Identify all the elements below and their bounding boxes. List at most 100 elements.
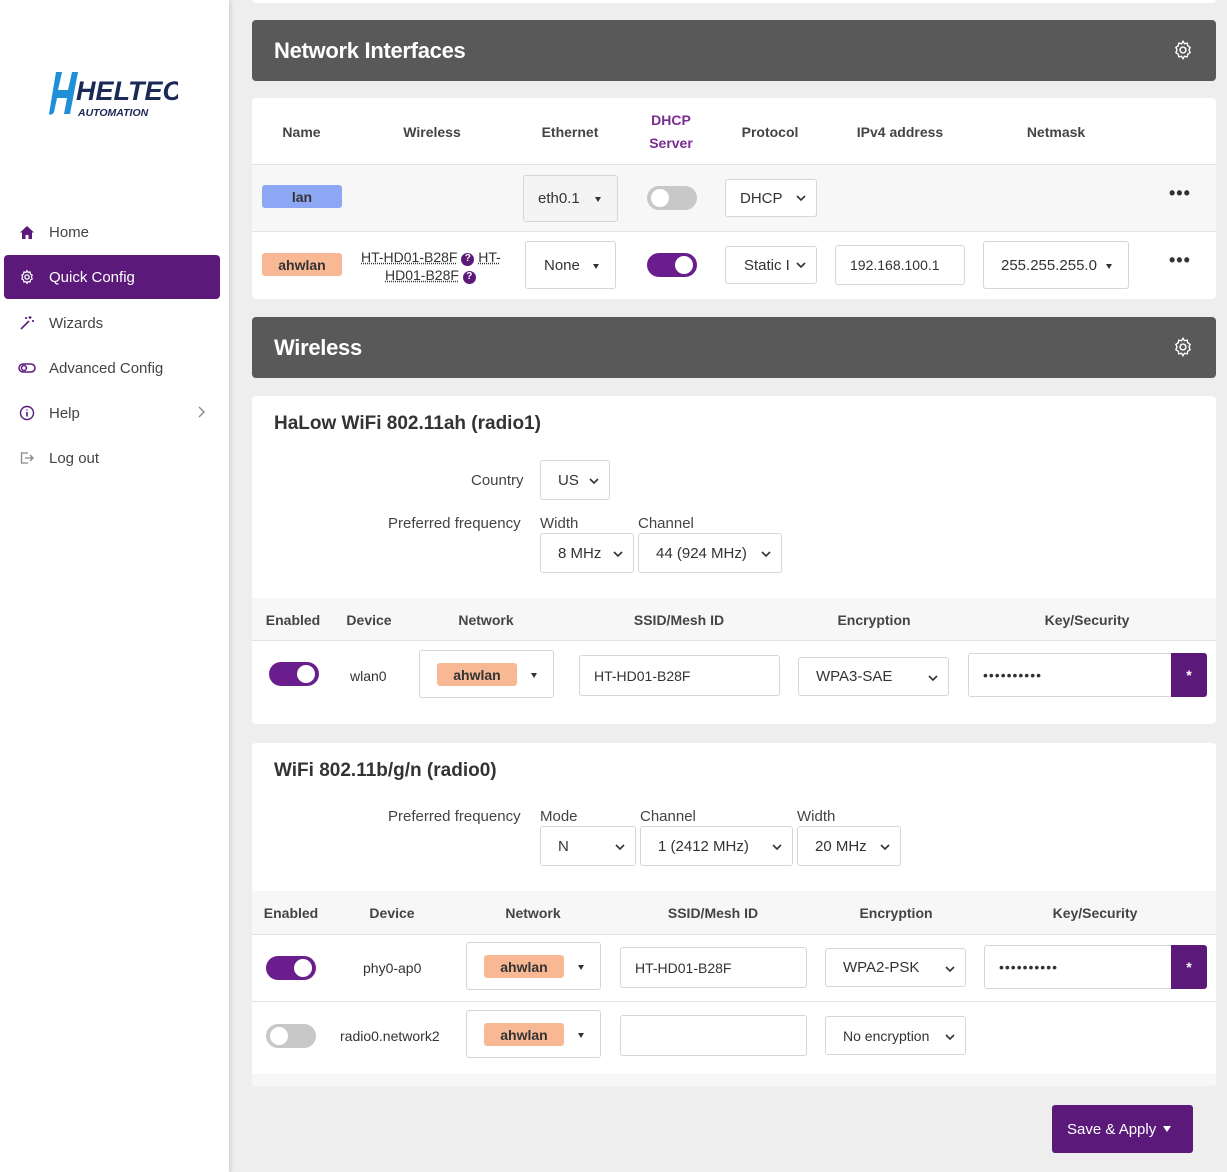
- chevron-down-icon: [880, 844, 890, 851]
- chevron-down-icon: [945, 1034, 955, 1041]
- ssid-input[interactable]: [620, 1015, 807, 1056]
- device-name: phy0-ap0: [363, 960, 422, 976]
- ssid-input[interactable]: HT-HD01-B28F: [579, 655, 780, 696]
- column-header-netmask: Netmask: [1026, 124, 1086, 140]
- enabled-toggle[interactable]: [266, 1024, 316, 1048]
- sidebar-item-quick-config[interactable]: Quick Config: [4, 255, 220, 299]
- protocol-select[interactable]: DHCP: [725, 179, 817, 217]
- network-select[interactable]: ahwlan: [466, 1010, 601, 1058]
- more-options-button[interactable]: •••: [1169, 183, 1191, 204]
- caret-down-icon: [578, 1033, 584, 1038]
- chevron-down-icon: [761, 551, 771, 558]
- width-select[interactable]: 20 MHz: [797, 826, 901, 866]
- sidebar: HELTEC AUTOMATION Home Quick Config Wiza…: [0, 0, 229, 1172]
- sidebar-item-home[interactable]: Home: [4, 210, 220, 254]
- device-name: radio0.network2: [340, 1028, 440, 1044]
- encryption-select[interactable]: WPA3-SAE: [798, 657, 949, 696]
- more-options-button[interactable]: •••: [1169, 250, 1191, 271]
- protocol-select[interactable]: Static I: [725, 246, 817, 284]
- toggle-knob: [651, 189, 669, 207]
- sidebar-item-label: Advanced Config: [49, 359, 164, 377]
- toggle-knob: [675, 256, 693, 274]
- encryption-value: WPA3-SAE: [816, 668, 893, 685]
- width-value: 8 MHz: [558, 544, 602, 562]
- network-select[interactable]: ahwlan: [419, 650, 554, 698]
- key-input[interactable]: ••••••••••: [984, 945, 1172, 989]
- sidebar-item-label: Wizards: [49, 314, 104, 332]
- column-header-key: Key/Security: [1044, 612, 1130, 628]
- column-header-name: Name: [282, 124, 321, 140]
- sidebar-item-wizards[interactable]: Wizards: [4, 301, 220, 345]
- netmask-select[interactable]: 255.255.255.0: [983, 241, 1129, 289]
- logo-text: HELTEC: [76, 76, 178, 106]
- wireless-links: HT-HD01-B28F ? HT- HD01-B28F ?: [361, 248, 511, 284]
- chevron-down-icon: [796, 262, 806, 269]
- ipv4-address-input[interactable]: 192.168.100.1: [835, 245, 965, 285]
- width-select[interactable]: 8 MHz: [540, 533, 634, 573]
- width-value: 20 MHz: [815, 837, 867, 855]
- protocol-value: Static I: [744, 256, 790, 274]
- sidebar-item-logout[interactable]: Log out: [4, 436, 220, 480]
- dhcp-toggle[interactable]: [647, 186, 697, 210]
- channel-select[interactable]: 44 (924 MHz): [638, 533, 782, 573]
- country-value: US: [558, 471, 579, 489]
- interface-badge-lan[interactable]: lan: [262, 185, 342, 208]
- caret-down-icon: [593, 264, 599, 269]
- table-row: phy0-ap0 ahwlan HT-HD01-B28F WPA2-PSK ••…: [252, 935, 1216, 1001]
- chevron-down-icon: [613, 551, 623, 558]
- ethernet-select[interactable]: None: [525, 241, 616, 289]
- chevron-down-icon: [615, 844, 625, 851]
- encryption-select[interactable]: WPA2-PSK: [825, 948, 966, 987]
- column-header-wireless: Wireless: [403, 124, 461, 140]
- help-icon[interactable]: ?: [461, 252, 475, 266]
- heltec-logo: HELTEC AUTOMATION: [48, 68, 182, 123]
- wifi-ap-table: Enabled Device Network SSID/Mesh ID Encr…: [252, 891, 1216, 1086]
- caret-down-icon: [1106, 264, 1112, 269]
- column-header-ethernet: Ethernet: [541, 124, 599, 140]
- channel-value: 44 (924 MHz): [656, 544, 747, 562]
- network-interfaces-table: Name Wireless Ethernet DHCP Server Proto…: [252, 98, 1216, 299]
- dhcp-toggle[interactable]: [647, 253, 697, 277]
- column-header-encryption: Encryption: [837, 612, 911, 628]
- wifi-radio-panel: WiFi 802.11b/g/n (radio0) Preferred freq…: [252, 743, 1216, 1086]
- reveal-key-button[interactable]: *: [1171, 945, 1207, 989]
- wireless-link[interactable]: HT-: [478, 249, 501, 265]
- column-header-device: Device: [346, 612, 392, 628]
- sidebar-item-label: Quick Config: [49, 268, 135, 286]
- info-icon: [18, 404, 36, 422]
- column-header-protocol: Protocol: [741, 124, 799, 140]
- help-icon[interactable]: ?: [462, 270, 476, 284]
- sidebar-item-advanced-config[interactable]: Advanced Config: [4, 346, 220, 390]
- chevron-down-icon: [928, 675, 938, 682]
- column-header-network: Network: [505, 905, 561, 921]
- halow-radio-panel: HaLow WiFi 802.11ah (radio1) Country US …: [252, 396, 1216, 724]
- gear-icon[interactable]: [1172, 336, 1194, 358]
- encryption-select[interactable]: No encryption: [825, 1016, 966, 1055]
- sidebar-item-help[interactable]: Help: [4, 391, 220, 435]
- column-header-device: Device: [369, 905, 415, 921]
- wireless-link[interactable]: HT-HD01-B28F: [361, 249, 457, 265]
- network-select[interactable]: ahwlan: [466, 942, 601, 990]
- mode-label: Mode: [540, 808, 578, 825]
- column-header-ssid: SSID/Mesh ID: [633, 612, 725, 628]
- mode-select[interactable]: N: [540, 826, 636, 866]
- interface-badge-ahwlan[interactable]: ahwlan: [262, 253, 342, 276]
- reveal-key-button[interactable]: *: [1171, 653, 1207, 697]
- gear-icon[interactable]: [1172, 39, 1194, 61]
- enabled-toggle[interactable]: [269, 662, 319, 686]
- chevron-right-icon: [194, 405, 208, 419]
- table-row: wlan0 ahwlan HT-HD01-B28F WPA3-SAE •••••…: [252, 641, 1216, 706]
- save-apply-button[interactable]: Save & Apply: [1052, 1105, 1193, 1153]
- wireless-link[interactable]: HD01-B28F: [385, 267, 459, 283]
- key-input[interactable]: ••••••••••: [968, 653, 1172, 697]
- channel-select[interactable]: 1 (2412 MHz): [640, 826, 793, 866]
- encryption-value: WPA2-PSK: [843, 959, 920, 976]
- width-label: Width: [540, 515, 579, 532]
- caret-down-icon[interactable]: [1163, 1126, 1171, 1132]
- country-select[interactable]: US: [540, 460, 610, 500]
- section-title: Wireless: [274, 334, 362, 360]
- enabled-toggle[interactable]: [266, 956, 316, 980]
- channel-label: Channel: [640, 808, 696, 825]
- ethernet-select[interactable]: eth0.1: [523, 175, 618, 222]
- ssid-input[interactable]: HT-HD01-B28F: [620, 947, 807, 988]
